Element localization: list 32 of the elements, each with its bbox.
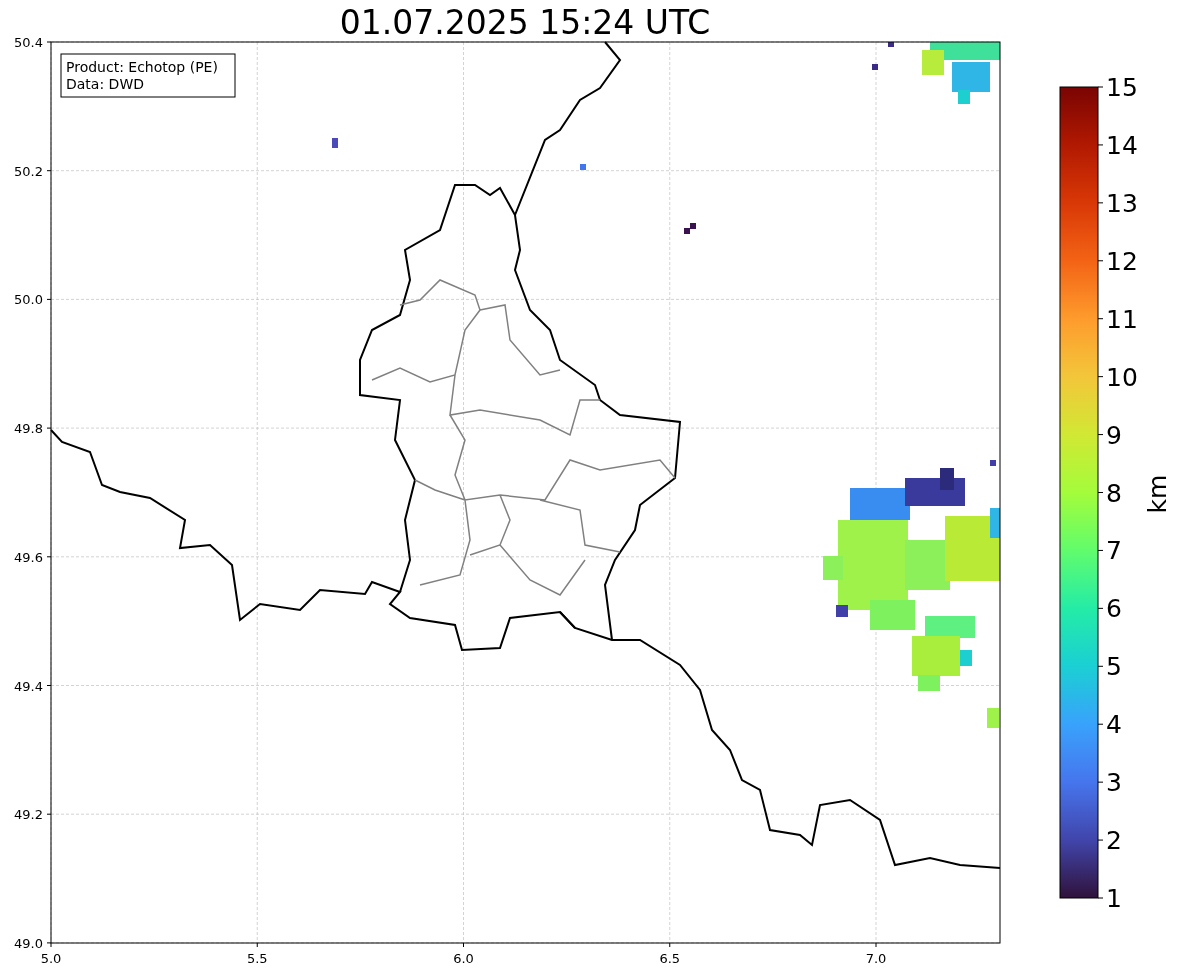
info-text: Data: DWD — [66, 76, 144, 92]
y-tick-label: 49.0 — [14, 935, 43, 951]
y-tick-label: 49.6 — [14, 549, 43, 565]
colorbar-tick-label: 12 — [1106, 246, 1138, 276]
x-tick-label: 6.5 — [659, 951, 681, 966]
colorbar-tick-label: 6 — [1106, 594, 1122, 624]
info-text: Product: Echotop (PE) — [66, 59, 218, 75]
x-tick-label: 5.5 — [246, 951, 268, 966]
colorbar-tick-label: 4 — [1106, 710, 1122, 740]
colorbar-tick-label: 3 — [1106, 768, 1122, 798]
colorbar-tick-label: 7 — [1106, 536, 1122, 566]
y-tick-label: 50.0 — [14, 292, 43, 308]
colorbar-tick-label: 9 — [1106, 420, 1122, 450]
colorbar-tick-label: 8 — [1106, 478, 1122, 508]
y-tick-label: 50.2 — [14, 163, 43, 179]
colorbar-tick-label: 15 — [1106, 73, 1138, 102]
chart-title: 01.07.2025 15:24 UTC — [339, 3, 711, 42]
x-tick-label: 6.0 — [453, 951, 474, 966]
x-tick-label: 7.0 — [865, 951, 887, 966]
y-tick-label: 49.8 — [14, 421, 43, 437]
colorbar-tick-label: 14 — [1106, 130, 1138, 160]
y-tick-label: 49.4 — [14, 678, 43, 694]
colorbar-label: km — [1143, 474, 1172, 514]
colorbar-tick-label: 11 — [1106, 304, 1138, 334]
colorbar-tick-label: 5 — [1106, 652, 1122, 682]
colorbar-tick-label: 1 — [1106, 884, 1122, 913]
colorbar-tick-label: 13 — [1106, 188, 1138, 218]
x-tick-label: 5.0 — [40, 951, 62, 966]
colorbar-tick-label: 2 — [1106, 826, 1122, 856]
y-tick-label: 50.4 — [14, 35, 43, 50]
y-tick-label: 49.2 — [14, 807, 43, 823]
colorbar-tick-label: 10 — [1106, 362, 1138, 392]
